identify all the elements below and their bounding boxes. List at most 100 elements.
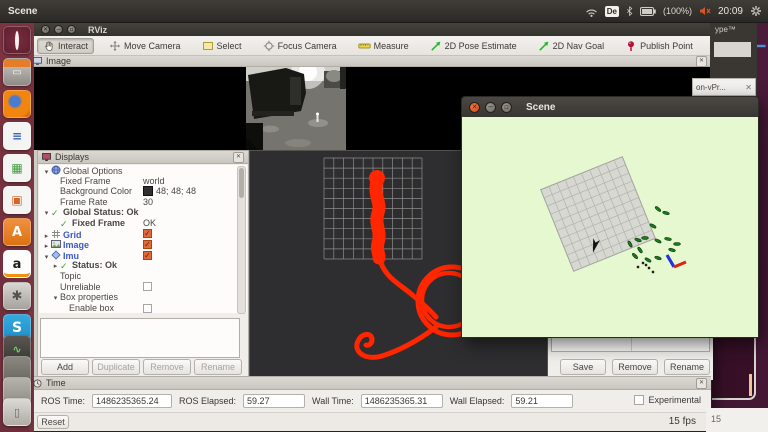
libreoffice-impress-icon: ▣: [11, 193, 23, 207]
background-fragment-text: 15: [711, 414, 722, 424]
display-row-unreliable[interactable]: Unreliable: [39, 282, 247, 293]
close-icon[interactable]: ✕: [745, 83, 752, 92]
ros-time-input[interactable]: [92, 394, 173, 408]
image-panel-close-icon[interactable]: ✕: [696, 55, 707, 67]
displays-panel: Displays ✕ ▾ Global Options Fixed Frame wor…: [37, 150, 249, 380]
tool-move-camera[interactable]: Move Camera: [103, 38, 187, 54]
launcher-item-libreoffice-impress[interactable]: ▣: [3, 186, 31, 214]
launcher-item-ubuntu-software[interactable]: A: [3, 218, 31, 246]
time-panel-header[interactable]: Time ✕: [29, 377, 711, 390]
duplicate-button[interactable]: Duplicate: [92, 359, 140, 375]
launcher-item-ubuntu-dash[interactable]: [3, 26, 31, 54]
display-row-topic[interactable]: Topic: [39, 271, 247, 282]
wifi-icon[interactable]: [585, 6, 598, 17]
scene-map-view[interactable]: [462, 117, 758, 337]
remove-button[interactable]: Remove: [143, 359, 191, 375]
time-panel-title: Time: [46, 378, 66, 388]
tool-interact[interactable]: Interact: [37, 37, 95, 54]
time-field-label: ROS Elapsed:: [179, 396, 237, 406]
trash-icon: ▯: [13, 405, 21, 419]
image-panel-header[interactable]: Image ✕: [29, 55, 711, 67]
time-panel: Time ✕ ROS Time: ROS Elapsed: Wall Time: Wa…: [29, 376, 711, 431]
enabled-checkbox[interactable]: ✓: [143, 250, 152, 260]
display-row-global-options[interactable]: ▾ Global Options: [39, 165, 247, 176]
scene-titlebar[interactable]: ✕ − ▫ Scene: [462, 97, 758, 117]
display-row-status-ok[interactable]: ▸ ✓ Status: Ok: [39, 260, 247, 272]
bluetooth-icon[interactable]: [626, 5, 633, 17]
background-window-bottom-fragment: 15: [706, 408, 768, 432]
rviz-titlebar[interactable]: ✕ − ▫ RViz: [29, 23, 711, 36]
display-row-frame-rate[interactable]: Frame Rate 30: [39, 197, 247, 208]
libreoffice-calc-icon: ▦: [11, 161, 23, 175]
active-app-name[interactable]: Scene: [8, 6, 37, 17]
displays-panel-title: Displays: [55, 152, 90, 162]
experimental-checkbox-group[interactable]: Experimental: [634, 395, 701, 405]
display-row-grid[interactable]: ▸ Grid ✓: [39, 229, 247, 240]
scrollbar-thumb[interactable]: [238, 168, 244, 198]
display-row-imu[interactable]: ▾ Imu ✓: [39, 250, 247, 261]
enabled-checkbox[interactable]: [143, 282, 152, 292]
camera-photo: [246, 67, 346, 150]
display-description-box: [40, 318, 240, 358]
time-panel-close-icon[interactable]: ✕: [696, 377, 707, 389]
display-row-image[interactable]: ▸ Image ✓: [39, 239, 247, 250]
battery-icon[interactable]: [639, 6, 656, 16]
launcher-item-amazon[interactable]: a: [3, 250, 31, 278]
launcher-item-firefox[interactable]: [3, 90, 31, 118]
clock[interactable]: 20:09: [718, 6, 743, 17]
scene-close-button[interactable]: ✕: [469, 101, 480, 113]
background-window-corner: [712, 336, 756, 400]
launcher-item-system-settings[interactable]: ✱: [3, 282, 31, 310]
tool-select[interactable]: Select: [196, 38, 248, 54]
enabled-checkbox[interactable]: ✓: [143, 239, 152, 249]
displays-panel-close-icon[interactable]: ✕: [233, 151, 244, 163]
add-button[interactable]: Add: [41, 359, 89, 375]
window-close-button[interactable]: ✕: [41, 25, 50, 34]
experimental-checkbox[interactable]: [634, 395, 645, 405]
launcher-item-files[interactable]: ▭: [3, 58, 31, 86]
save-view-button[interactable]: Save: [560, 359, 606, 375]
launcher-item-libreoffice-calc[interactable]: ▦: [3, 154, 31, 182]
rename-view-button[interactable]: Rename: [664, 359, 710, 375]
tool-focus-camera[interactable]: Focus Camera: [257, 38, 343, 54]
display-row-background-color[interactable]: Background Color 48; 48; 48: [39, 186, 247, 197]
scene-window-title: Scene: [526, 101, 556, 113]
display-row-fixed-frame[interactable]: ✓ Fixed Frame OK: [39, 218, 247, 230]
tool-2d-nav-goal[interactable]: 2D Nav Goal: [532, 38, 611, 54]
scene-maximize-button[interactable]: ▫: [501, 101, 512, 113]
reset-button[interactable]: Reset: [37, 415, 69, 429]
battery-percentage: (100%): [662, 6, 692, 16]
wall-elapsed-input[interactable]: [511, 394, 574, 408]
display-row-fixed-frame[interactable]: Fixed Frame world: [39, 176, 247, 187]
display-row-box-properties[interactable]: ▾ Box properties: [39, 292, 247, 303]
displays-tree-scrollbar[interactable]: [237, 166, 246, 314]
tool-measure[interactable]: Measure: [352, 38, 415, 54]
enabled-checkbox[interactable]: ✓: [143, 229, 152, 239]
window-maximize-button[interactable]: ▫: [67, 25, 76, 34]
launcher-item-libreoffice-writer[interactable]: ≡: [3, 122, 31, 150]
displays-panel-header[interactable]: Displays ✕: [38, 151, 248, 164]
image-panel-title: Image: [46, 56, 72, 66]
pose-arrow-icon: [430, 40, 442, 52]
tool-publish-point[interactable]: Publish Point: [619, 38, 699, 54]
measure-icon: [357, 40, 371, 52]
window-minimize-button[interactable]: −: [54, 25, 63, 34]
rename-button[interactable]: Rename: [194, 359, 242, 375]
volume-muted-icon[interactable]: [699, 6, 711, 16]
display-row-enable-box[interactable]: Enable box: [39, 303, 247, 313]
remove-view-button[interactable]: Remove: [612, 359, 658, 375]
displays-panel-buttons: Add Duplicate Remove Rename: [41, 359, 242, 375]
scene-minimize-button[interactable]: −: [485, 101, 496, 113]
ros-elapsed-input[interactable]: [243, 394, 306, 408]
enabled-checkbox[interactable]: [143, 303, 152, 313]
amazon-icon: a: [12, 256, 22, 272]
tool-2d-pose-estimate[interactable]: 2D Pose Estimate: [424, 38, 523, 54]
wall-time-input[interactable]: [360, 394, 443, 408]
background-window-tab[interactable]: on-vPr... ✕: [692, 78, 756, 96]
display-row-global-status-ok[interactable]: ▾ ✓ Global Status: Ok: [39, 207, 247, 219]
launcher-item-trash[interactable]: ▯: [3, 398, 31, 426]
keyboard-layout-indicator[interactable]: De: [604, 5, 619, 17]
clock-icon: [33, 378, 42, 388]
scene-window: ✕ − ▫ Scene: [461, 96, 759, 338]
session-gear-icon[interactable]: [750, 5, 762, 17]
